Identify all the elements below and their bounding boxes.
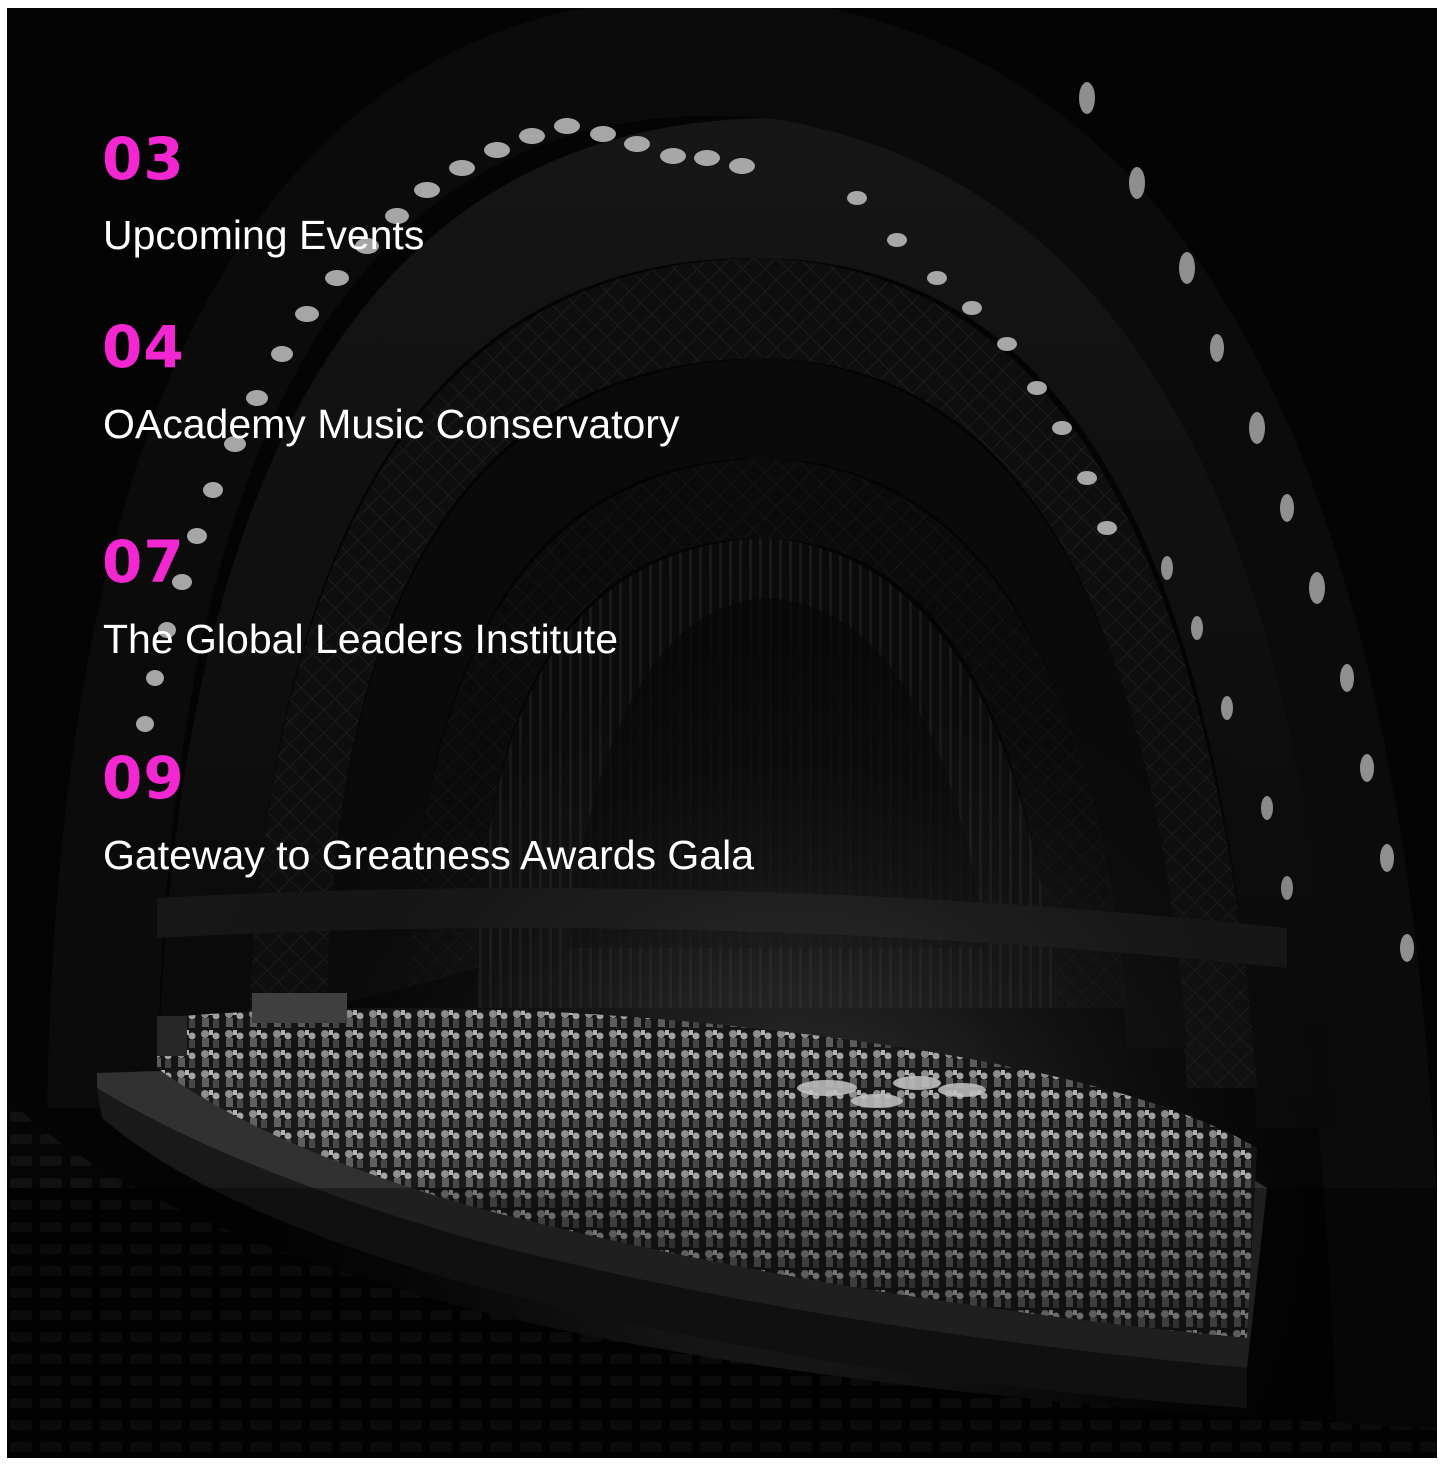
agenda-item-title: Gateway to Greatness Awards Gala: [103, 832, 755, 878]
agenda-item-number: 03: [102, 125, 185, 193]
agenda-item-title: OAcademy Music Conservatory: [103, 401, 680, 447]
agenda-item-title: Upcoming Events: [103, 212, 425, 258]
agenda-item-number: 09: [102, 744, 185, 812]
agenda-item-number: 07: [102, 528, 185, 596]
slide: 03 Upcoming Events 04 OAcademy Music Con…: [7, 8, 1437, 1458]
agenda-item-number: 04: [102, 313, 185, 381]
agenda-list: 03 Upcoming Events 04 OAcademy Music Con…: [102, 8, 1102, 908]
agenda-item-title: The Global Leaders Institute: [103, 616, 619, 662]
